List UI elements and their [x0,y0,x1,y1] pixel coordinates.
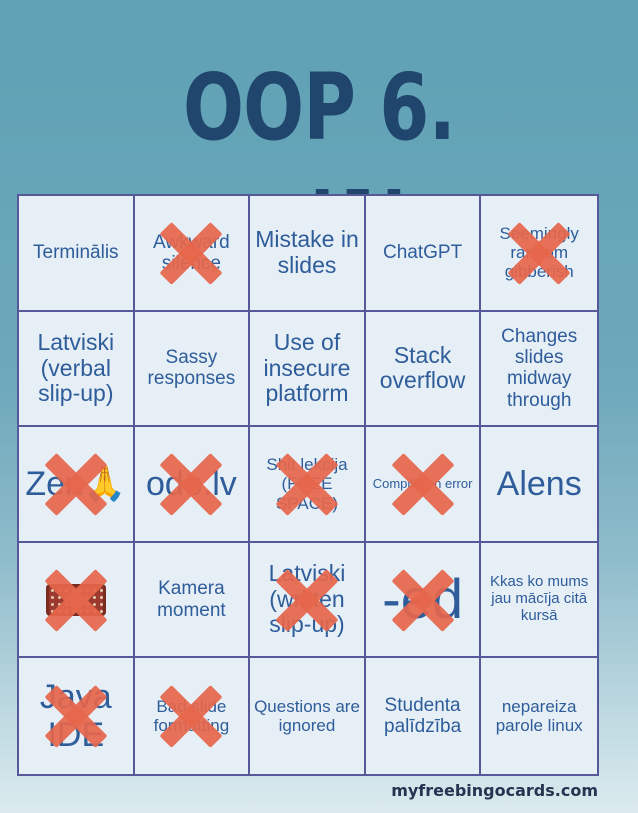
cell-label: Compilation error [372,475,473,491]
cell-label: Mistake in slides [255,226,359,278]
bingo-cell-latviski-written[interactable]: Latviski (written slip-up) [250,542,366,659]
bingo-cell-kamera-moment[interactable]: Kamera moment [134,542,251,659]
bingo-cell-mistake-in-slides[interactable]: Mistake in slides [250,196,366,312]
bingo-cell-kkas-ko-macija[interactable]: Kkas ko mums jau mācīja citā kursā [481,542,597,659]
cell-label: Changes slides midway through [501,325,578,411]
site-watermark: myfreebingocards.com [391,781,598,800]
cell-label: Stack overflow [379,341,466,394]
bingo-cell-stack-overflow[interactable]: Stack overflow [365,311,482,428]
cell-label: Kamera moment [157,578,226,621]
cell-label: Latviski (verbal slip-up) [37,328,115,407]
bingo-cell-bad-slide-formatting[interactable]: Bad slide formatting [134,658,251,774]
cell-label: Studenta palīdzība [384,694,462,738]
cell-label: Terminālis [33,242,119,264]
cell-label: Questions are ignored [254,697,360,736]
cell-label: odo.lv [146,464,237,503]
cell-label: Latviski (written slip-up) [268,559,346,638]
bingo-cell-studenta-palidziba[interactable]: Studenta palīdzība [365,658,482,774]
keyboard-icon [45,583,106,616]
bingo-cell-terminalis[interactable]: Terminālis [19,196,135,312]
cell-label: Sassy responses [147,347,236,390]
bingo-cell-free-space[interactable]: Shit lekcija (FREE SPACE) [250,427,366,543]
bingo-cell-odo-lv[interactable]: odo.lv [134,427,251,543]
cell-label: Shit lekcija (FREE SPACE) [266,455,348,513]
bingo-cell-alens[interactable]: Alens [481,427,597,543]
cell-label: Alens [496,464,582,503]
page-title: OOP 6. nedēļa [182,54,456,281]
bingo-cell-compilation-error[interactable]: Compilation error [365,427,482,543]
bingo-cell-sassy-responses[interactable]: Sassy responses [134,311,251,428]
bingo-cell-insecure-platform[interactable]: Use of insecure platform [250,311,366,428]
cell-label: Bad slide formatting [153,697,230,736]
bingo-cell-nepareiza-parole[interactable]: nepareiza parole linux [481,658,597,774]
bingo-cell-chatgpt[interactable]: ChatGPT [365,196,482,312]
bingo-cell-latviski-verbal[interactable]: Latviski (verbal slip-up) [19,311,135,428]
bingo-cell-java-ide[interactable]: Java IDE [19,658,135,774]
cell-label: Zen🙏 [25,464,127,503]
bingo-cell-awkward-silence[interactable]: Awkward silence [134,196,251,312]
cell-label: Use of insecure platform [263,328,351,407]
cell-label: ChatGPT [382,242,463,264]
cell-label: Kkas ko mums jau mācīja citā kursā [490,573,589,624]
cell-label: nepareiza parole linux [495,697,583,736]
bingo-cell-zen[interactable]: Zen🙏 [19,427,135,543]
cell-label: Java IDE [39,678,112,755]
cell-label: Seemingly random gibberish [499,224,579,282]
bingo-grid: Terminālis Awkward silence Mistake in sl… [17,194,599,776]
cell-label: -ed [382,567,464,631]
bingo-cell-seemingly-random-gibberish[interactable]: Seemingly random gibberish [481,196,597,312]
bingo-cell-changes-slides[interactable]: Changes slides midway through [481,311,597,428]
bingo-cell-ed[interactable]: -ed [365,542,482,659]
cell-label: Awkward silence [153,231,230,274]
bingo-cell-keyboard[interactable] [19,542,135,659]
bingo-cell-questions-ignored[interactable]: Questions are ignored [250,658,366,774]
